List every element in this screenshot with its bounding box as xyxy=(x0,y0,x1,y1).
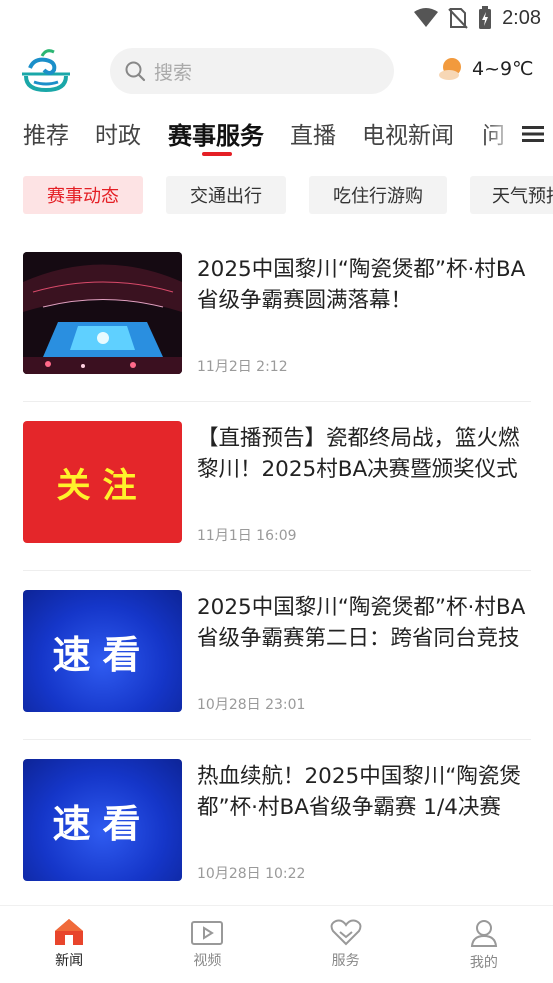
heart-icon xyxy=(330,919,362,946)
hamburger-menu-icon xyxy=(522,126,544,142)
search-icon xyxy=(125,61,146,82)
wifi-icon xyxy=(414,8,439,27)
app-screen: 2:08 搜索 4~9℃ 推荐 时政 赛事服务 直播 电视新闻 赛事动态 交通出… xyxy=(0,0,553,983)
chip-transport[interactable]: 交通出行 xyxy=(166,176,286,214)
news-item[interactable]: 关注 【直播预告】瓷都终局战，篮火燃黎川！2025村BA决赛暨颁奖仪式 11月1… xyxy=(23,403,531,571)
video-icon xyxy=(191,921,224,945)
news-thumbnail-quick-look: 速看 xyxy=(23,590,182,712)
status-bar: 2:08 xyxy=(0,0,553,38)
nav-video[interactable]: 视频 xyxy=(138,906,276,983)
tab-event-services[interactable]: 赛事服务 xyxy=(168,116,264,151)
nav-label: 新闻 xyxy=(55,953,84,969)
tab-live[interactable]: 直播 xyxy=(290,116,336,150)
chip-weather[interactable]: 天气预报 xyxy=(470,176,553,214)
tab-politics[interactable]: 时政 xyxy=(95,116,141,150)
user-icon xyxy=(470,920,497,947)
channel-menu-button[interactable] xyxy=(513,108,553,160)
search-bar[interactable]: 搜索 xyxy=(110,48,394,94)
nav-label: 服务 xyxy=(331,953,360,969)
tab-tv-news[interactable]: 电视新闻 xyxy=(362,116,454,150)
status-time: 2:08 xyxy=(502,6,541,29)
search-placeholder: 搜索 xyxy=(154,61,193,84)
top-header: 搜索 4~9℃ xyxy=(0,44,553,98)
news-thumbnail-arena xyxy=(23,252,182,374)
thumbnail-label: 速看 xyxy=(23,759,182,881)
status-icons: 2:08 xyxy=(414,6,541,30)
news-item[interactable]: 2025中国黎川“陶瓷煲都”杯·村BA省级争霸赛圆满落幕！ 11月2日 2:12 xyxy=(23,234,531,402)
sub-category-tabs: 赛事动态 交通出行 吃住行游购 天气预报 xyxy=(0,176,553,214)
weather-temperature: 4~9℃ xyxy=(472,58,534,80)
nav-news[interactable]: 新闻 xyxy=(0,906,138,983)
battery-charging-icon xyxy=(479,6,492,29)
chip-food-lodging[interactable]: 吃住行游购 xyxy=(309,176,447,214)
nav-label: 我的 xyxy=(469,955,498,971)
news-title: 2025中国黎川“陶瓷煲都”杯·村BA省级争霸赛圆满落幕！ xyxy=(197,257,526,313)
news-thumbnail-follow: 关注 xyxy=(23,421,182,543)
news-time: 10月28日 10:22 xyxy=(197,866,306,882)
no-sim-icon xyxy=(448,8,468,29)
home-icon xyxy=(55,919,84,945)
thumbnail-label: 关注 xyxy=(23,421,182,543)
nav-services[interactable]: 服务 xyxy=(277,906,415,983)
news-title: 【直播预告】瓷都终局战，篮火燃黎川！2025村BA决赛暨颁奖仪式 xyxy=(197,426,520,482)
news-time: 11月2日 2:12 xyxy=(197,359,288,375)
news-time: 11月1日 16:09 xyxy=(197,528,297,544)
tabs-fade xyxy=(485,108,515,160)
news-item[interactable]: 速看 热血续航！2025中国黎川“陶瓷煲都”杯·村BA省级争霸赛 1/4决赛 1… xyxy=(23,741,531,909)
news-time: 10月28日 23:01 xyxy=(197,697,306,713)
channel-tabs: 推荐 时政 赛事服务 直播 电视新闻 问 xyxy=(0,108,553,160)
partly-sunny-icon xyxy=(439,58,461,80)
active-tab-indicator xyxy=(202,152,232,156)
news-title: 2025中国黎川“陶瓷煲都”杯·村BA省级争霸赛第二日：跨省同台竞技 xyxy=(197,595,526,651)
nav-label: 视频 xyxy=(193,953,222,969)
news-title: 热血续航！2025中国黎川“陶瓷煲都”杯·村BA省级争霸赛 1/4决赛 xyxy=(197,764,521,820)
news-thumbnail-quick-look: 速看 xyxy=(23,759,182,881)
thumbnail-label: 速看 xyxy=(23,590,182,712)
news-item[interactable]: 速看 2025中国黎川“陶瓷煲都”杯·村BA省级争霸赛第二日：跨省同台竞技 10… xyxy=(23,572,531,740)
nav-profile[interactable]: 我的 xyxy=(415,906,553,983)
weather-widget[interactable]: 4~9℃ xyxy=(438,56,533,82)
chip-event-news[interactable]: 赛事动态 xyxy=(23,176,143,214)
arena-illustration xyxy=(23,252,182,374)
tab-recommend[interactable]: 推荐 xyxy=(23,116,69,150)
app-logo-icon[interactable] xyxy=(20,46,72,94)
bottom-navigation: 新闻 视频 服务 我的 xyxy=(0,905,553,983)
